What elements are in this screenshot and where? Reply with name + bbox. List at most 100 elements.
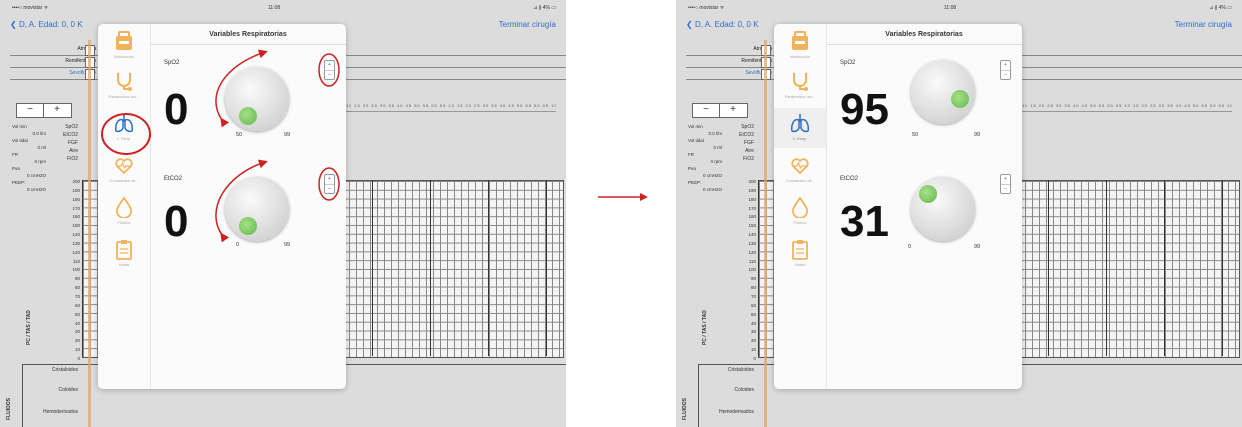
y-tick-label: 120 — [748, 249, 756, 255]
back-label: D, A. Edad: 0, 0 K — [18, 20, 83, 29]
menu-item-parametros[interactable]: Parámetros res... — [774, 66, 826, 106]
etco2-minus-button[interactable]: – — [1001, 185, 1010, 194]
menu-label: V. Resp. — [792, 136, 808, 141]
menu-item-medicacion[interactable]: Medicación — [98, 26, 150, 66]
y-tick-label: 160 — [748, 214, 756, 220]
row-label: EtCO2 — [62, 132, 78, 138]
etco2-knob-handle[interactable] — [239, 217, 257, 235]
spo2-minus-button[interactable]: – — [325, 71, 334, 80]
stethoscope-icon — [793, 73, 808, 91]
fluids-side-label: FLUIDOS — [682, 398, 688, 420]
finish-surgery-button[interactable]: Terminar cirugía — [1175, 20, 1232, 29]
etco2-plus-button[interactable]: + — [1001, 175, 1010, 185]
drop-icon — [792, 196, 808, 218]
etco2-plus-minus[interactable]: + – — [1000, 174, 1011, 194]
etco2-value: 0 — [164, 197, 189, 246]
lungs-icon — [791, 114, 809, 133]
y-tick-label: 200 — [72, 179, 80, 184]
menu-item-medicacion[interactable]: Medicación — [774, 26, 826, 66]
time-axis-line — [1022, 111, 1232, 112]
etco2-value: 31 — [840, 197, 889, 246]
spo2-plus-minus[interactable]: + – — [1000, 60, 1011, 80]
time-axis: 11 15 20 25 30 35 40 45 50 55 00 05 10 1… — [1022, 103, 1232, 108]
y-tick-label: 110 — [748, 258, 756, 264]
menu-item-constantes[interactable]: Constantes vit... — [98, 150, 150, 190]
etco2-plus-button[interactable]: + — [325, 175, 334, 185]
y-tick-label: 180 — [72, 196, 80, 202]
menu-item-fluidos[interactable]: Fluidos — [98, 192, 150, 232]
zoom-out-button[interactable]: − — [17, 104, 44, 117]
fluid-label: Cristaloides — [727, 367, 754, 373]
spo2-knob[interactable] — [225, 67, 289, 131]
y-tick-label: 90 — [74, 276, 80, 282]
y-tick-label: 170 — [748, 205, 756, 211]
spo2-value: 95 — [840, 85, 889, 134]
param-value: 0 ml — [37, 145, 46, 150]
y-tick-label: 50 — [74, 311, 80, 317]
etco2-min: 0 — [908, 244, 912, 250]
y-tick-label: 120 — [72, 249, 80, 255]
fluid-label: Coloides — [58, 387, 78, 393]
fluid-label: Hemoderivados — [718, 409, 754, 415]
carrier-text: ••••○ movistar ᯤ — [12, 5, 49, 11]
menu-label: Constantes vit... — [109, 178, 139, 183]
spo2-knob[interactable] — [911, 60, 975, 124]
y-tick-label: 50 — [750, 311, 756, 317]
popover-menu: Medicación Parámetros res... V. Resp. Co… — [98, 24, 151, 389]
clock-text: 11:08 — [268, 5, 281, 11]
y-axis-label: PC / TAS / TAD — [26, 310, 32, 345]
etco2-knob[interactable] — [225, 177, 289, 241]
menu-item-fluidos[interactable]: Fluidos — [774, 192, 826, 232]
zoom-stepper[interactable]: − + — [16, 103, 72, 118]
clipboard-icon — [116, 240, 132, 260]
status-bar: ••••○ movistar ᯤ 11:08 ⊿ ∦ 4% ▭ — [676, 0, 1242, 14]
back-button[interactable]: ❮ D, A. Edad: 0, 0 K — [10, 20, 83, 29]
spo2-knob-handle[interactable] — [239, 107, 257, 125]
back-button[interactable]: ❮ D, A. Edad: 0, 0 K — [686, 20, 759, 29]
y-tick-label: 20 — [750, 338, 756, 344]
spo2-max: 99 — [974, 132, 981, 138]
menu-item-notas[interactable]: Notas — [774, 234, 826, 274]
spo2-knob-handle[interactable] — [951, 90, 969, 108]
y-tick-label: 190 — [72, 187, 80, 193]
zoom-stepper[interactable]: − + — [692, 103, 748, 118]
spo2-plus-button[interactable]: + — [325, 61, 334, 71]
menu-item-notas[interactable]: Notas — [98, 234, 150, 274]
y-tick-label: 70 — [750, 293, 756, 299]
etco2-minus-button[interactable]: – — [325, 185, 334, 194]
etco2-min: 0 — [236, 242, 240, 248]
zoom-out-button[interactable]: − — [693, 104, 720, 117]
y-tick-label: 150 — [748, 223, 756, 229]
clock-text: 11:08 — [944, 5, 957, 11]
menu-item-constantes[interactable]: Constantes vit... — [774, 150, 826, 190]
finish-surgery-button[interactable]: Terminar cirugía — [499, 20, 556, 29]
y-tick-label: 140 — [72, 232, 80, 238]
y-tick-label: 30 — [750, 329, 756, 335]
spo2-label: SpO2 — [840, 60, 856, 66]
etco2-knob-handle[interactable] — [919, 185, 937, 203]
y-tick-label: 80 — [750, 285, 756, 291]
param-label: Pva — [12, 166, 20, 171]
menu-item-parametros[interactable]: Parámetros res... — [98, 66, 150, 106]
spo2-plus-button[interactable]: + — [1001, 61, 1010, 71]
spo2-minus-button[interactable]: – — [1001, 71, 1010, 80]
popover-title: Variables Respiratorias — [826, 24, 1022, 45]
etco2-knob[interactable] — [911, 177, 975, 241]
zoom-in-button[interactable]: + — [44, 104, 70, 117]
row-label: SpO2 — [65, 124, 78, 130]
menu-item-v-resp[interactable]: V. Resp. — [774, 108, 826, 148]
param-value: 0 ml — [713, 145, 722, 150]
param-value: 0 rpm — [34, 159, 46, 164]
etco2-plus-minus[interactable]: + – — [324, 174, 335, 194]
stethoscope-icon — [117, 73, 132, 91]
spo2-plus-minus[interactable]: + – — [324, 60, 335, 80]
zoom-in-button[interactable]: + — [720, 104, 746, 117]
chart-row-labels: SpO2 EtCO2 FGF Aire FiO2 — [50, 124, 78, 164]
y-tick-label: 30 — [74, 329, 80, 335]
medication-box-icon — [792, 31, 808, 50]
menu-item-v-resp[interactable]: V. Resp. — [98, 108, 150, 148]
y-tick-label: 90 — [750, 276, 756, 282]
spo2-value: 0 — [164, 85, 189, 134]
param-value: 0.0 l/m — [708, 131, 722, 136]
etco2-max: 99 — [284, 242, 291, 248]
